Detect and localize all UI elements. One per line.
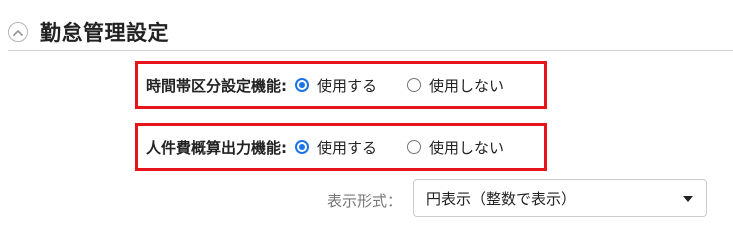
radio-label: 使用する — [317, 76, 378, 95]
display-format-value: 円表示（整数で表示） — [426, 189, 577, 208]
radio-unchecked[interactable] — [407, 78, 422, 92]
radio-label: 使用しない — [429, 76, 505, 95]
radio-unchecked[interactable] — [407, 140, 422, 154]
use-option[interactable]: 使用する — [295, 75, 377, 96]
time-zone-division-setting: 時間帯区分設定機能: 使用する 使用しない — [135, 61, 547, 109]
setting-label: 時間帯区分設定機能: — [146, 76, 287, 95]
use-option[interactable]: 使用する — [295, 137, 377, 158]
not-use-option[interactable]: 使用しない — [407, 137, 504, 158]
radio-label: 使用する — [317, 138, 378, 157]
caret-down-icon — [683, 196, 693, 202]
display-format-label: 表示形式： — [326, 192, 402, 210]
header-divider — [8, 50, 733, 51]
setting-label: 人件費概算出力機能: — [146, 138, 287, 157]
radio-checked[interactable] — [295, 78, 309, 92]
radio-label: 使用しない — [429, 138, 505, 157]
collapse-button[interactable] — [8, 22, 28, 42]
labor-cost-estimate-setting: 人件費概算出力機能: 使用する 使用しない — [135, 123, 547, 171]
section-title: 勤怠管理設定 — [40, 21, 169, 45]
chevron-up-icon — [13, 29, 23, 36]
display-format-select[interactable]: 円表示（整数で表示） — [413, 179, 707, 217]
section-header: 勤怠管理設定 — [8, 14, 169, 50]
not-use-option[interactable]: 使用しない — [407, 75, 504, 96]
radio-checked[interactable] — [295, 140, 309, 154]
